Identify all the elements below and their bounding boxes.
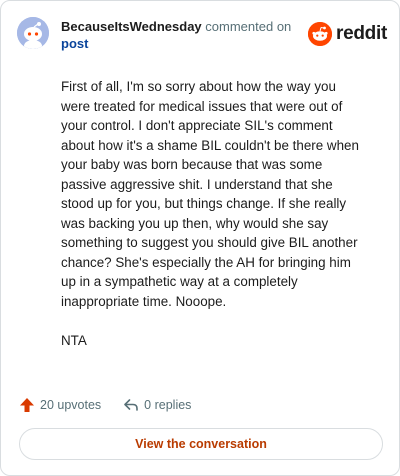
comment-header: BecauseItsWednesday commented on post re…	[17, 15, 387, 51]
post-link[interactable]: post	[61, 36, 88, 51]
comment-embed-card: BecauseItsWednesday commented on post re…	[0, 0, 400, 476]
user-avatar[interactable]	[17, 17, 49, 49]
byline: BecauseItsWednesday commented on post	[61, 18, 311, 52]
reply-label: 0 replies	[144, 398, 192, 412]
upvote-arrow-icon	[20, 398, 34, 412]
reddit-logo-icon	[308, 22, 333, 46]
snoo-avatar-icon	[17, 17, 49, 49]
brand-wordmark: reddit	[336, 23, 387, 44]
upvote-count[interactable]: 20 upvotes	[19, 397, 101, 413]
upvote-label: 20 upvotes	[40, 398, 102, 412]
view-conversation-button[interactable]: View the conversation	[19, 428, 383, 460]
reply-arrow-icon	[124, 399, 138, 411]
action-text: commented on	[205, 19, 292, 34]
username-link[interactable]: BecauseItsWednesday	[61, 19, 202, 34]
reply-count[interactable]: 0 replies	[123, 397, 191, 413]
comment-body: First of all, I'm so sorry about how the…	[61, 77, 365, 371]
reddit-brand[interactable]: reddit	[308, 21, 387, 47]
comment-paragraph: NTA	[61, 333, 87, 348]
comment-paragraph: First of all, I'm so sorry about how the…	[61, 79, 359, 309]
comment-stats: 20 upvotes 0 replies	[19, 395, 213, 415]
